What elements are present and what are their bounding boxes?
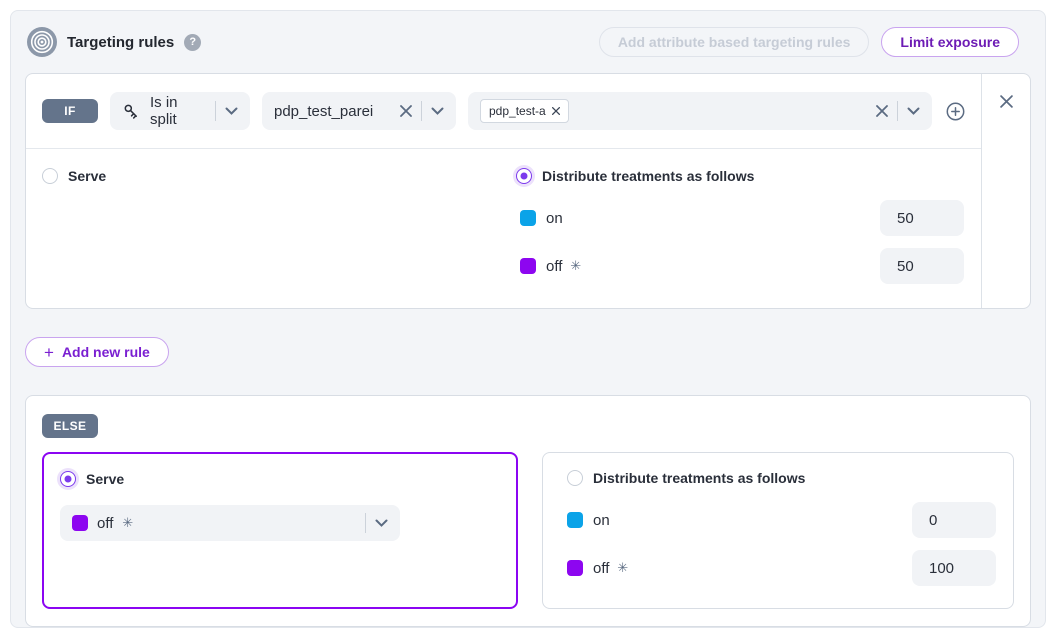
chevron-down-icon[interactable] [225,107,238,115]
page-title: Targeting rules [67,34,174,51]
treatment-name: on [593,512,610,529]
default-rule-card: ELSE Serve off ✳ [25,395,1031,627]
treatment-on-swatch [520,210,536,226]
else-serve-label: Serve [86,471,124,487]
treatment-on-swatch [567,512,583,528]
treatment-name: on [546,210,563,227]
targeting-rule-card: IF Is in split [25,73,1031,309]
delete-rule-icon[interactable] [1000,93,1013,109]
treatment-off-swatch [567,560,583,576]
treatment-row-on: on [567,502,989,538]
split-treatment-multiselect[interactable]: pdp_test-a [468,92,932,130]
panel-header: Targeting rules ? Add attribute based ta… [25,27,1031,57]
treatment-on-percent-input[interactable] [880,200,964,236]
else-serve-treatment-select[interactable]: off ✳ [60,505,400,541]
split-select[interactable]: pdp_test_parei [262,92,456,130]
chevron-down-icon[interactable] [431,107,444,115]
remove-chip-icon[interactable] [552,107,560,115]
matcher-type-value: Is in split [150,94,206,128]
add-condition-icon[interactable] [946,102,965,121]
treatment-chip-label: pdp_test-a [489,104,546,118]
serve-radio[interactable] [42,168,58,184]
chevron-down-icon[interactable] [375,519,388,527]
add-new-rule-label: Add new rule [62,344,150,360]
targeting-rules-panel: Targeting rules ? Add attribute based ta… [10,10,1046,628]
add-attribute-rules-button[interactable]: Add attribute based targeting rules [599,27,870,57]
treatment-off-swatch [72,515,88,531]
matcher-type-select[interactable]: Is in split [110,92,250,130]
split-select-value: pdp_test_parei [274,103,391,120]
treatment-off-swatch [520,258,536,274]
treatment-chip: pdp_test-a [480,99,569,123]
else-badge: ELSE [42,414,98,438]
add-new-rule-button[interactable]: + Add new rule [25,337,169,367]
else-distribute-label: Distribute treatments as follows [593,470,805,486]
treatment-name: off [593,560,609,577]
treatment-row-off: off ✳ [567,550,989,586]
clear-split-icon[interactable] [400,105,412,117]
else-distribute-radio[interactable] [567,470,583,486]
else-distribute-box[interactable]: Distribute treatments as follows on off … [542,452,1014,609]
if-badge: IF [42,99,98,123]
plus-icon: + [44,344,54,361]
serve-option-label: Serve [68,168,106,184]
rule-close-column [981,74,1030,308]
treatment-off-percent-input[interactable] [880,248,964,284]
distribute-radio[interactable] [516,168,532,184]
clear-values-icon[interactable] [876,105,888,117]
treatment-name: off [546,258,562,275]
chevron-down-icon[interactable] [907,107,920,115]
default-treatment-icon: ✳ [570,258,581,274]
rule-serve-section: Serve Distribute treatments as follows o… [26,149,981,308]
limit-exposure-button[interactable]: Limit exposure [881,27,1019,57]
else-serve-box[interactable]: Serve off ✳ [42,452,518,609]
else-serve-radio[interactable] [60,471,76,487]
else-off-percent-input[interactable] [912,550,996,586]
treatment-row-on: on [516,200,981,236]
treatment-row-off: off ✳ [516,248,981,284]
distribute-option-label: Distribute treatments as follows [542,168,754,184]
targeting-bullseye-icon [27,27,57,57]
else-on-percent-input[interactable] [912,502,996,538]
split-key-icon [122,102,141,121]
help-icon[interactable]: ? [184,34,201,51]
default-treatment-icon: ✳ [122,515,133,531]
else-serve-treatment-name: off [97,515,113,532]
rule-condition-row: IF Is in split [26,74,981,149]
default-treatment-icon: ✳ [617,560,628,576]
